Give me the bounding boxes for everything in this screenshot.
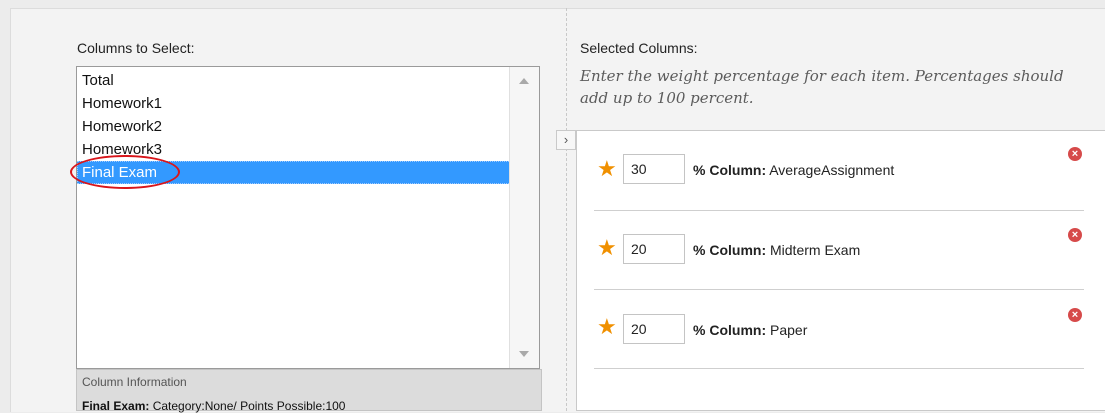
selected-columns-label: Selected Columns: [580, 40, 698, 56]
list-item-homework3[interactable]: Homework3 [77, 138, 511, 161]
required-star-icon: ★ [597, 156, 617, 181]
remove-icon[interactable]: × [1068, 228, 1082, 242]
list-item-final-exam-label: Final Exam [82, 164, 158, 181]
column-prefix: % Column: [693, 242, 767, 258]
columns-listbox[interactable]: Total Homework1 Homework2 Homework3 Fina… [70, 66, 540, 369]
list-item-homework1[interactable]: Homework1 [77, 92, 511, 115]
list-item-final-exam[interactable]: Final Exam [70, 155, 511, 189]
selected-row: ★ % Column: Paper × [594, 289, 1084, 369]
columns-to-select-label: Columns to Select: [77, 40, 195, 56]
columns-list: Total Homework1 Homework2 Homework3 Fina… [70, 69, 511, 189]
weight-input-averageassignment[interactable] [623, 154, 685, 184]
remove-icon[interactable]: × [1068, 147, 1082, 161]
weight-instructions: Enter the weight percentage for each ite… [580, 67, 1064, 107]
column-name: Paper [766, 322, 808, 338]
selected-column-label: % Column: AverageAssignment [693, 162, 894, 178]
weight-input-midterm-exam[interactable] [623, 234, 685, 264]
selected-column-label: % Column: Midterm Exam [693, 242, 860, 258]
chevron-right-icon[interactable]: › [556, 130, 576, 150]
selected-column-label: % Column: Paper [693, 322, 807, 338]
list-item-total[interactable]: Total [77, 69, 511, 92]
scroll-down-arrow-icon[interactable] [519, 351, 529, 357]
selected-row: ★ % Column: Midterm Exam × [594, 210, 1084, 290]
column-information-box: Column Information Final Exam: Category:… [76, 369, 542, 413]
list-item-homework2[interactable]: Homework2 [77, 115, 511, 138]
remove-icon[interactable]: × [1068, 308, 1082, 322]
column-divider [566, 8, 567, 411]
column-name: AverageAssignment [766, 162, 895, 178]
required-star-icon: ★ [597, 314, 617, 339]
listbox-scrollbar[interactable] [509, 67, 539, 368]
column-information-title: Column Information [82, 375, 187, 389]
column-prefix: % Column: [693, 322, 767, 338]
weight-input-paper[interactable] [623, 314, 685, 344]
selected-columns-box: ★ % Column: AverageAssignment × ★ % Colu… [576, 130, 1105, 411]
column-name: Midterm Exam [766, 242, 861, 258]
column-prefix: % Column: [693, 162, 767, 178]
scroll-up-arrow-icon[interactable] [519, 78, 529, 84]
selected-row: ★ % Column: AverageAssignment × [594, 131, 1084, 211]
required-star-icon: ★ [597, 235, 617, 260]
